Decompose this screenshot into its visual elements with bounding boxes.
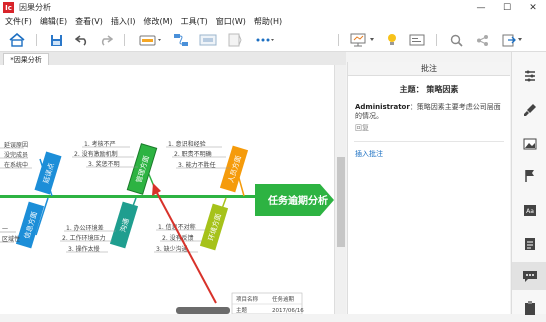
head-topic-label: 任务逾期分析 xyxy=(267,194,328,207)
reply-link[interactable]: 回复 xyxy=(355,123,510,133)
maximize-button[interactable]: ☐ xyxy=(494,0,520,15)
toolbar-divider xyxy=(338,34,339,46)
cause-label[interactable]: 区域性 xyxy=(2,235,20,243)
menu-edit[interactable]: 编辑(E) xyxy=(40,16,67,27)
info-key: 项目名称 xyxy=(236,295,259,303)
info-value: 2017/06/16 xyxy=(272,308,304,314)
summary-icon[interactable] xyxy=(226,32,244,48)
add-comment-link[interactable]: 插入批注 xyxy=(355,149,510,159)
cause-label[interactable]: 3. 缺少沟通 xyxy=(156,245,188,253)
scrollbar-thumb[interactable] xyxy=(337,157,345,247)
sidebar-comments-icon[interactable] xyxy=(512,262,546,290)
cause-label[interactable]: 一 xyxy=(2,226,8,233)
toolbar-divider xyxy=(436,34,437,46)
sidebar-style-brush-icon[interactable] xyxy=(512,96,546,124)
cause-label[interactable]: 2. 职责不明确 xyxy=(174,150,212,158)
toolbar-divider xyxy=(124,34,125,46)
sidebar-marker-flag-icon[interactable] xyxy=(512,162,546,190)
menu-bar: 文件(F) 编辑(E) 查看(V) 插入(I) 修改(M) 工具(T) 窗口(W… xyxy=(0,15,546,28)
boundary-icon[interactable] xyxy=(198,32,218,48)
menu-tools[interactable]: 工具(T) xyxy=(181,16,208,27)
more-icon[interactable] xyxy=(254,32,276,48)
cause-label[interactable]: 在系统中 xyxy=(4,161,28,169)
sidebar-image-icon[interactable] xyxy=(512,130,546,158)
canvas-scrollbar[interactable] xyxy=(334,65,346,314)
home-icon[interactable] xyxy=(8,32,26,48)
redo-icon[interactable] xyxy=(98,32,114,48)
menu-modify[interactable]: 修改(M) xyxy=(143,16,172,27)
cause-label[interactable]: 2. 没有反馈 xyxy=(162,234,194,242)
outline-view-icon[interactable] xyxy=(408,32,426,48)
mindmap-canvas[interactable]: 任务逾期分析 延误点 管理方面 人员方面 信息方面 沟通 环境方面 延误原因 没… xyxy=(0,65,334,314)
share-icon[interactable] xyxy=(474,32,490,48)
info-key: 主题 xyxy=(236,306,248,314)
category-node[interactable]: 管理方面 xyxy=(126,143,158,195)
category-node[interactable]: 延误点 xyxy=(34,151,62,195)
idea-bulb-icon[interactable] xyxy=(384,32,400,48)
menu-view[interactable]: 查看(V) xyxy=(75,16,103,27)
comment-divider xyxy=(354,141,504,142)
presentation-icon[interactable] xyxy=(348,32,378,48)
cause-label[interactable]: 1. 意识和经验 xyxy=(168,140,206,148)
cause-label[interactable]: 2. 工作环境压力 xyxy=(62,234,106,242)
fishbone-diagram: 任务逾期分析 延误点 管理方面 人员方面 信息方面 沟通 环境方面 延误原因 没… xyxy=(0,140,334,314)
cause-label[interactable]: 1. 考核不严 xyxy=(84,140,116,148)
comment-body: Administrator：策略因素主要考虑公司层面的情况。 xyxy=(355,103,504,121)
comments-panel: 批注 主题： 策略因素 Administrator：策略因素主要考虑公司层面的情… xyxy=(347,62,510,314)
svg-text:Aa: Aa xyxy=(526,208,534,215)
sidebar-font-icon[interactable]: Aa xyxy=(512,196,546,224)
export-icon[interactable] xyxy=(500,32,526,48)
topic-style-icon[interactable] xyxy=(138,32,164,48)
menu-window[interactable]: 窗口(W) xyxy=(216,16,246,27)
cause-label[interactable]: 延误原因 xyxy=(4,141,28,149)
app-logo-icon: Ic xyxy=(3,2,14,13)
cause-label[interactable]: 没完成员 xyxy=(4,151,28,159)
search-icon[interactable] xyxy=(448,32,464,48)
sidebar-properties-icon[interactable] xyxy=(512,62,546,90)
comment-author: Administrator xyxy=(355,103,410,111)
toolbar-divider xyxy=(36,34,37,46)
category-node[interactable]: 人员方面 xyxy=(219,145,249,193)
cause-label[interactable]: 3. 奖惩不明 xyxy=(88,160,120,168)
relationship-icon[interactable] xyxy=(172,32,190,48)
right-sidebar: Aa xyxy=(511,52,546,315)
menu-insert[interactable]: 插入(I) xyxy=(111,16,136,27)
window-title: 因果分析 xyxy=(19,3,51,12)
fishbone-spine xyxy=(0,195,262,198)
save-icon[interactable] xyxy=(48,32,64,48)
floating-label-pill xyxy=(176,307,230,314)
tab-cause-analysis[interactable]: *因果分析 xyxy=(3,53,49,65)
category-node[interactable]: 沟通 xyxy=(109,201,139,249)
menu-file[interactable]: 文件(F) xyxy=(5,16,32,27)
title-bar: Ic 因果分析 — ☐ ✕ xyxy=(0,0,546,15)
menu-help[interactable]: 帮助(H) xyxy=(254,16,282,27)
cause-label[interactable]: 3. 操作太慢 xyxy=(68,245,100,253)
document-tab-strip: *因果分析 xyxy=(0,52,346,65)
comments-panel-header: 批注 xyxy=(348,62,510,76)
sidebar-task-icon[interactable] xyxy=(512,294,546,322)
comment-topic-title: 主题： 策略因素 xyxy=(399,85,459,94)
sidebar-notes-icon[interactable] xyxy=(512,230,546,258)
category-node[interactable]: 环境方面 xyxy=(199,203,229,251)
cause-label[interactable]: 3. 能力不胜任 xyxy=(178,161,216,169)
toolbar xyxy=(0,28,546,52)
close-button[interactable]: ✕ xyxy=(520,0,546,15)
cause-label[interactable]: 1. 办公环境差 xyxy=(66,224,104,232)
info-table[interactable]: 项目名称 任务逾期 主题 2017/06/16 xyxy=(231,292,304,314)
undo-icon[interactable] xyxy=(74,32,90,48)
info-value: 任务逾期 xyxy=(272,295,295,303)
minimize-button[interactable]: — xyxy=(468,0,494,15)
cause-label[interactable]: 2. 没有激励机制 xyxy=(74,150,118,158)
